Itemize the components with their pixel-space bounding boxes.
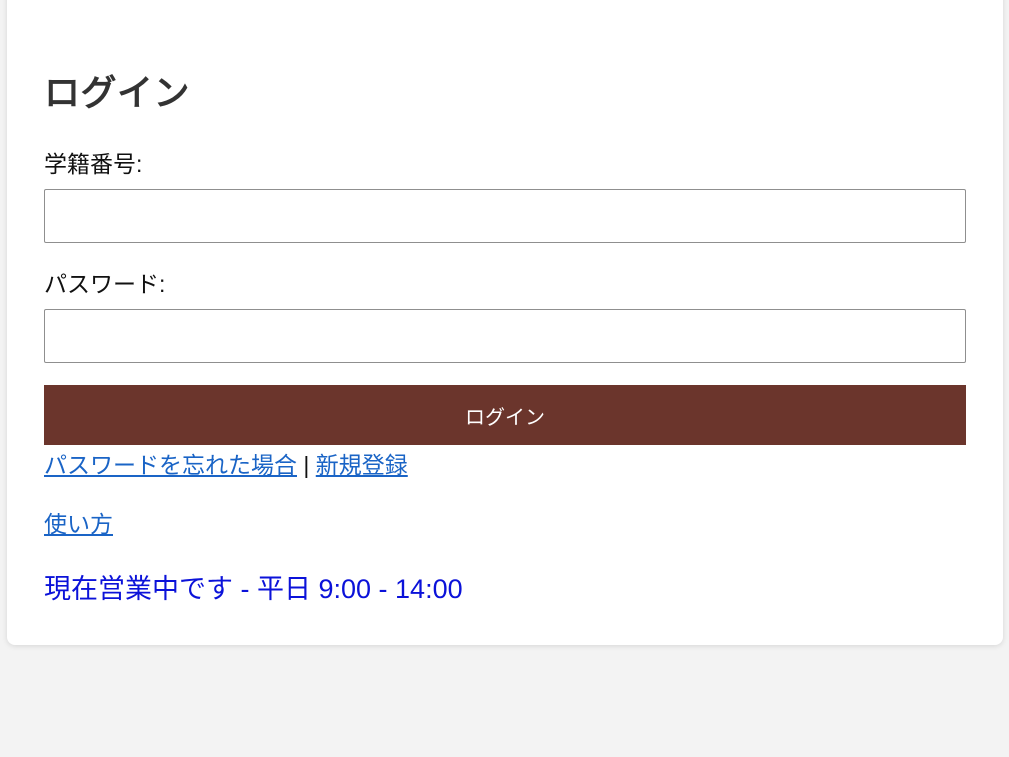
page-title: ログイン [44,72,191,113]
how-to-use-container: 使い方 [44,505,113,539]
login-card: ログイン 学籍番号: パスワード: ログイン パスワードを忘れた場合 | 新規登… [7,0,1003,645]
account-links: パスワードを忘れた場合 | 新規登録 [44,446,408,480]
register-link[interactable]: 新規登録 [316,452,408,478]
how-to-use-link[interactable]: 使い方 [44,511,113,537]
password-label: パスワード: [44,271,166,297]
password-input[interactable] [44,309,966,363]
login-button[interactable]: ログイン [44,385,966,445]
student-id-label: 学籍番号: [44,151,143,177]
student-id-input[interactable] [44,189,966,243]
forgot-password-link[interactable]: パスワードを忘れた場合 [44,452,297,478]
link-separator: | [297,452,316,478]
business-hours-status: 現在営業中です - 平日 9:00 - 14:00 [44,574,463,604]
